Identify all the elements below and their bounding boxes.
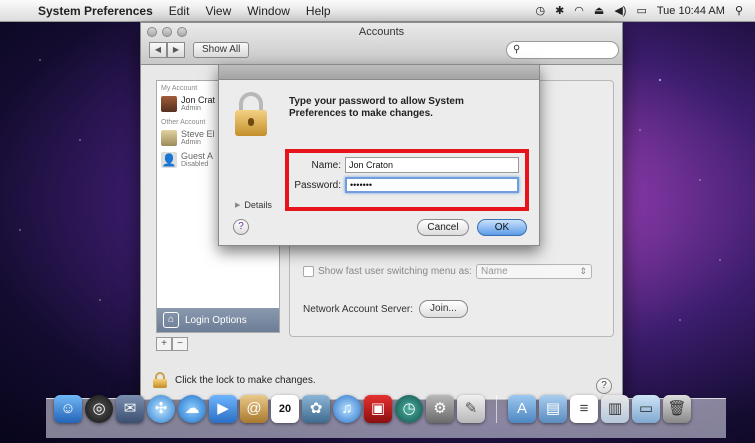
- window-toolbar: Accounts ◀ ▶ Show All ⚲: [141, 23, 622, 65]
- join-button[interactable]: Join...: [419, 300, 468, 318]
- itunes-icon[interactable]: ♫: [333, 395, 361, 423]
- photo-booth-icon[interactable]: ▣: [364, 395, 392, 423]
- disclosure-triangle-icon: ▶: [235, 202, 241, 209]
- search-icon: ⚲: [513, 44, 521, 55]
- battery-icon[interactable]: ▭: [636, 4, 646, 17]
- search-input[interactable]: ⚲: [506, 41, 619, 59]
- address-book-icon[interactable]: @: [240, 395, 268, 423]
- back-button[interactable]: ◀: [149, 42, 167, 58]
- padlock-icon: [235, 92, 267, 136]
- documents-folder-icon[interactable]: ▤: [539, 395, 567, 423]
- dashboard-icon[interactable]: ◎: [85, 395, 113, 423]
- menu-bar: System Preferences Edit View Window Help…: [0, 0, 755, 22]
- forward-button[interactable]: ▶: [167, 42, 185, 58]
- bluetooth-icon[interactable]: ✱: [555, 4, 564, 17]
- wifi-icon[interactable]: ◠: [574, 4, 584, 17]
- password-field[interactable]: •••••••: [345, 177, 519, 193]
- remove-account-button[interactable]: −: [172, 337, 188, 351]
- user-avatar: [161, 130, 177, 146]
- iphoto-icon[interactable]: ✿: [302, 395, 330, 423]
- spotlight-icon[interactable]: ⚲: [735, 4, 743, 17]
- nav-buttons: ◀ ▶: [149, 42, 185, 58]
- network-account-row: Network Account Server: Join...: [303, 300, 468, 318]
- time-machine-icon[interactable]: ◷: [395, 395, 423, 423]
- login-options-item[interactable]: ⌂ Login Options: [157, 308, 279, 332]
- dialog-prompt: Type your password to allow System Prefe…: [289, 96, 464, 119]
- finder-icon[interactable]: ☺: [54, 395, 82, 423]
- dock-items: ☺ ◎ ✉ ✣ ☁ ▶ @ 20 ✿ ♫ ▣ ◷ ⚙ ✎ A ▤ ≡ ▥ ▭ 🗑: [46, 395, 726, 423]
- lock-icon[interactable]: [153, 372, 167, 388]
- facetime-icon[interactable]: ▶: [209, 395, 237, 423]
- help-button[interactable]: ?: [596, 378, 612, 394]
- ical-icon[interactable]: 20: [271, 395, 299, 423]
- time-machine-status-icon[interactable]: ◷: [535, 4, 545, 17]
- account-role: Admin: [181, 139, 201, 146]
- network-account-label: Network Account Server:: [303, 303, 414, 315]
- password-label: Password:: [294, 179, 341, 191]
- account-name: Jon Crat: [181, 95, 216, 105]
- volume-icon[interactable]: ◀): [614, 4, 626, 17]
- mail-stamp-icon[interactable]: ✉: [116, 395, 144, 423]
- fast-user-switching-row: Show fast user switching menu as: Name: [303, 264, 592, 279]
- account-name: Guest A: [181, 151, 214, 161]
- dialog-help-button[interactable]: ?: [233, 219, 249, 235]
- window-title: Accounts: [358, 26, 405, 38]
- dock-separator: [496, 395, 497, 423]
- name-row: Name: Jon Craton: [312, 157, 519, 173]
- house-icon: ⌂: [163, 312, 179, 328]
- password-row: Password: •••••••: [294, 177, 519, 193]
- eject-icon[interactable]: ⏏: [594, 4, 604, 17]
- login-options-label: Login Options: [185, 314, 247, 326]
- status-area: ◷ ✱ ◠ ⏏ ◀) ▭ Tue 10:44 AM ⚲: [535, 4, 755, 18]
- menu-edit[interactable]: Edit: [161, 4, 198, 18]
- system-preferences-icon[interactable]: ⚙: [426, 395, 454, 423]
- document-icon[interactable]: ≡: [570, 395, 598, 423]
- details-label: Details: [244, 200, 272, 210]
- lock-text: Click the lock to make changes.: [175, 374, 316, 386]
- applications-folder-icon[interactable]: A: [508, 395, 536, 423]
- ichat-icon[interactable]: ☁: [178, 395, 206, 423]
- downloads-stack-icon[interactable]: ▥: [601, 395, 629, 423]
- account-role: Disabled: [181, 161, 209, 168]
- lock-row: Click the lock to make changes.: [153, 372, 316, 388]
- details-disclosure[interactable]: ▶ Details: [235, 200, 272, 210]
- fast-user-switching-checkbox[interactable]: [303, 266, 314, 277]
- fast-user-switching-label: Show fast user switching menu as:: [318, 266, 472, 277]
- guest-user-icon: 👤: [161, 152, 177, 168]
- menu-window[interactable]: Window: [239, 4, 298, 18]
- menu-view[interactable]: View: [197, 4, 239, 18]
- cancel-button[interactable]: Cancel: [417, 219, 469, 236]
- user-avatar: [161, 96, 177, 112]
- name-label: Name:: [311, 159, 341, 171]
- window-minimized-icon[interactable]: ▭: [632, 395, 660, 423]
- preview-icon[interactable]: ✎: [457, 395, 485, 423]
- authentication-dialog: Type your password to allow System Prefe…: [218, 64, 540, 246]
- account-role: Admin: [181, 105, 201, 112]
- menu-app-name[interactable]: System Preferences: [30, 4, 161, 18]
- add-account-button[interactable]: +: [156, 337, 172, 351]
- fast-user-switching-select[interactable]: Name: [475, 264, 592, 279]
- trash-icon[interactable]: 🗑: [663, 395, 691, 423]
- ok-button[interactable]: OK: [477, 219, 527, 236]
- dialog-top-bar: [219, 65, 539, 80]
- show-all-button[interactable]: Show All: [193, 42, 250, 58]
- menu-help[interactable]: Help: [298, 4, 339, 18]
- account-name: Steve El: [181, 129, 215, 139]
- highlighted-credentials-box: Name: Jon Craton Password: •••••••: [285, 149, 529, 211]
- add-remove-buttons: + −: [156, 337, 188, 351]
- safari-icon[interactable]: ✣: [147, 395, 175, 423]
- clock[interactable]: Tue 10:44 AM: [657, 5, 725, 17]
- name-field[interactable]: Jon Craton: [345, 157, 519, 173]
